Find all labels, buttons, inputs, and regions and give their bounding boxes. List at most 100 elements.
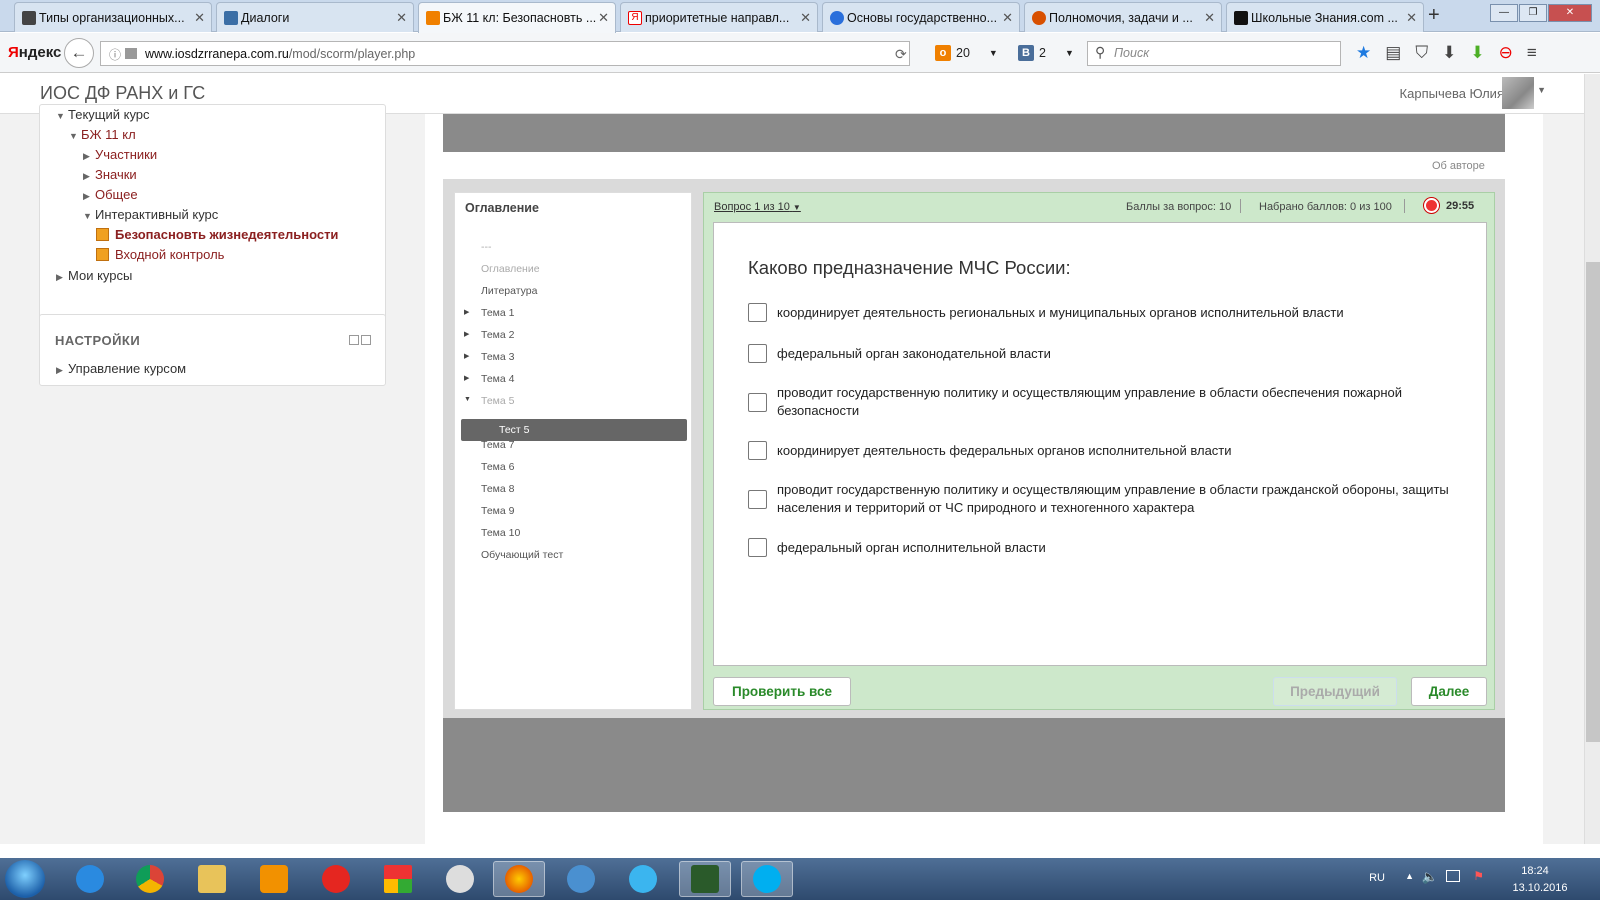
nav-item-course[interactable]: ▼ БЖ 11 кл	[69, 127, 136, 142]
checkbox[interactable]	[748, 489, 767, 509]
browser-tab-2[interactable]: Диалоги ✕	[216, 2, 414, 32]
clock-date[interactable]: 13.10.2016	[1505, 882, 1575, 894]
about-author-link[interactable]: Об авторе	[1432, 160, 1485, 172]
avatar[interactable]	[1502, 77, 1534, 109]
reload-icon[interactable]: ⟳	[895, 46, 907, 63]
toc-item[interactable]: ---	[481, 241, 492, 253]
media-player-taskbar-icon[interactable]	[248, 861, 300, 897]
scrollbar-thumb[interactable]	[1586, 262, 1600, 742]
menu-icon[interactable]: ≡	[1527, 43, 1537, 63]
skype-taskbar-icon[interactable]	[741, 861, 793, 897]
close-icon[interactable]: ✕	[396, 10, 407, 26]
triangle-right-icon[interactable]: ▶	[464, 352, 469, 360]
mail-counter[interactable]: o 20 ▼	[935, 45, 998, 61]
answer-option[interactable]: координирует деятельность региональных и…	[748, 303, 1468, 322]
checkbox[interactable]	[748, 344, 767, 363]
close-icon[interactable]: ✕	[1406, 10, 1417, 26]
nav-item-participants[interactable]: ▶ Участники	[83, 147, 157, 162]
yandex-browser-taskbar-icon[interactable]	[310, 861, 362, 897]
triangle-down-icon[interactable]: ▼	[464, 396, 471, 403]
settings-item-course-admin[interactable]: ▶ Управление курсом	[56, 361, 186, 376]
download-icon[interactable]: ⬇	[1442, 43, 1456, 63]
toc-item[interactable]: Тема 6	[481, 461, 514, 473]
close-icon[interactable]: ✕	[1204, 10, 1215, 26]
tray-arrow-icon[interactable]: ▲	[1405, 871, 1414, 881]
address-bar[interactable]: ⓘ www.iosdzrranepa.com.ru/mod/scorm/play…	[100, 41, 910, 66]
new-tab-button[interactable]: +	[1428, 4, 1440, 27]
question-counter-dropdown[interactable]: Вопрос 1 из 10 ▼	[714, 201, 801, 213]
close-icon[interactable]: ✕	[194, 10, 205, 26]
nav-item-badges[interactable]: ▶ Значки	[83, 167, 137, 182]
nav-item-general[interactable]: ▶ Общее	[83, 187, 138, 202]
paint-taskbar-icon[interactable]	[434, 861, 486, 897]
flag-icon[interactable]: ⚑	[1473, 869, 1484, 883]
nav-item-interactive-course[interactable]: ▼ Интерактивный курс	[83, 207, 218, 222]
toc-item[interactable]: Тема 9	[481, 505, 514, 517]
chevron-down-icon[interactable]: ▼	[1537, 85, 1546, 95]
volume-icon[interactable]: 🔈	[1422, 869, 1438, 885]
nav-item-entry-test[interactable]: Входной контроль	[96, 247, 224, 262]
answer-option[interactable]: федеральный орган законодательной власти	[748, 344, 1468, 363]
toc-item[interactable]: Тема 2	[481, 329, 514, 341]
back-button[interactable]: ←	[64, 38, 94, 68]
browser-tab-4[interactable]: Яприоритетные направл... ✕	[620, 2, 818, 32]
close-icon[interactable]: ✕	[1002, 10, 1013, 26]
start-button[interactable]	[5, 860, 45, 898]
toc-item[interactable]: Тема 4	[481, 373, 514, 385]
answer-option[interactable]: проводит государственную политику и осущ…	[748, 384, 1468, 420]
close-window-button[interactable]: ✕	[1548, 4, 1592, 22]
pocket-icon[interactable]: ⛉	[1415, 43, 1428, 63]
download-taskbar-icon[interactable]	[617, 861, 669, 897]
checkbox[interactable]	[748, 538, 767, 557]
toc-item[interactable]: Тема 8	[481, 483, 514, 495]
browser-tab-6[interactable]: Полномочия, задачи и ... ✕	[1024, 2, 1222, 32]
collapse-icon[interactable]	[349, 335, 359, 345]
triangle-right-icon[interactable]: ▶	[464, 330, 469, 338]
yandex-logo[interactable]: Яндекс	[8, 44, 61, 61]
dock-icon[interactable]	[361, 335, 371, 345]
monitor-taskbar-icon[interactable]	[679, 861, 731, 897]
star-icon[interactable]: ★	[1356, 43, 1371, 63]
checkbox[interactable]	[748, 441, 767, 460]
chevron-down-icon[interactable]: ▼	[989, 48, 998, 58]
previous-button[interactable]: Предыдущий	[1273, 677, 1397, 706]
search-input[interactable]: Поиск	[1087, 41, 1341, 66]
answer-option[interactable]: проводит государственную политику и осущ…	[748, 481, 1468, 517]
site-brand[interactable]: ИОС ДФ РАНХ и ГС	[40, 83, 205, 104]
explorer-taskbar-icon[interactable]	[186, 861, 238, 897]
bookmarks-icon[interactable]: ▤	[1385, 43, 1401, 63]
browser-tab-7[interactable]: Школьные Знания.com ... ✕	[1226, 2, 1424, 32]
checkbox[interactable]	[748, 303, 767, 322]
browser-tab-5[interactable]: Основы государственно... ✕	[822, 2, 1020, 32]
toc-item[interactable]: Литература	[481, 285, 537, 297]
toc-item[interactable]: Тема 1	[481, 307, 514, 319]
nav-item-current-course[interactable]: ▼ Текущий курс	[56, 107, 150, 122]
browser-tab-3-active[interactable]: БЖ 11 кл: Безопасновть ... ✕	[418, 2, 616, 33]
sound-taskbar-icon[interactable]	[555, 861, 607, 897]
checkbox[interactable]	[748, 392, 767, 412]
close-icon[interactable]: ✕	[800, 10, 811, 26]
triangle-right-icon[interactable]: ▶	[464, 374, 469, 382]
toc-item[interactable]: Тема 3	[481, 351, 514, 363]
toc-item[interactable]: Тема 5	[481, 395, 514, 407]
chrome-taskbar-icon[interactable]	[124, 861, 176, 897]
browser-tab-1[interactable]: Типы организационных... ✕	[14, 2, 212, 32]
next-button[interactable]: Далее	[1411, 677, 1487, 706]
toc-item-selected[interactable]: Тест 5	[461, 419, 687, 441]
user-name[interactable]: Карпычева Юлия	[1400, 86, 1504, 101]
apps-taskbar-icon[interactable]	[372, 861, 424, 897]
triangle-right-icon[interactable]: ▶	[464, 308, 469, 316]
toc-item[interactable]: Оглавление	[481, 263, 540, 275]
nav-item-safety-scorm[interactable]: Безопасновть жизнедеятельности	[96, 227, 338, 242]
adblock-icon[interactable]: ⊖	[1499, 43, 1513, 63]
toc-item[interactable]: Обучающий тест	[481, 549, 563, 561]
answer-option[interactable]: федеральный орган исполнительной власти	[748, 538, 1468, 557]
close-icon[interactable]: ✕	[598, 10, 609, 26]
page-scrollbar[interactable]	[1584, 74, 1600, 844]
info-icon[interactable]: ⓘ	[109, 46, 121, 63]
toc-item[interactable]: Тема 7	[481, 439, 514, 451]
answer-option[interactable]: координирует деятельность федеральных ор…	[748, 441, 1468, 460]
clock-time[interactable]: 18:24	[1505, 865, 1565, 877]
firefox-taskbar-icon[interactable]	[493, 861, 545, 897]
download-green-icon[interactable]: ⬇	[1470, 43, 1484, 63]
